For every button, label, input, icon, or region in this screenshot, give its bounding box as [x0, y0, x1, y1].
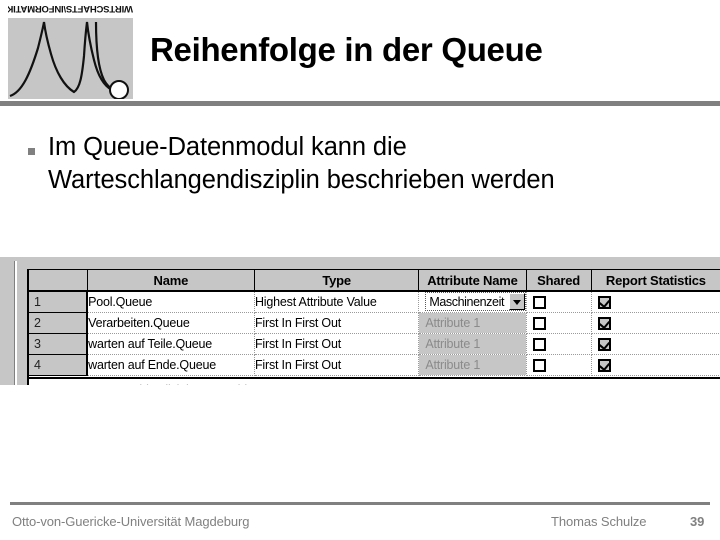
row-number[interactable]: 4 [29, 354, 89, 376]
table-row[interactable]: 2 Verarbeiten.Queue First In First Out A… [29, 312, 720, 334]
table-row[interactable]: 1 Pool.Queue Highest Attribute Value Mas… [29, 291, 720, 313]
cell-name[interactable]: warten auf Teile.Queue [87, 333, 255, 355]
logo-graphic [8, 18, 133, 99]
row-number[interactable]: 1 [29, 291, 89, 313]
square-bullet-icon [28, 131, 48, 155]
cell-report-statistics[interactable] [591, 354, 720, 376]
queue-data-grid[interactable]: Name Type Attribute Name Shared Report S… [27, 269, 720, 385]
row-number[interactable]: 2 [29, 312, 89, 334]
cell-type[interactable]: Highest Attribute Value [254, 291, 420, 313]
table-header-row: Name Type Attribute Name Shared Report S… [29, 270, 720, 292]
cell-shared[interactable] [526, 333, 592, 355]
logo-curves-icon [9, 21, 129, 99]
column-header-attribute-name[interactable]: Attribute Name [418, 270, 527, 292]
chevron-down-icon[interactable] [508, 293, 525, 311]
report-statistics-checkbox[interactable] [597, 358, 611, 372]
table-row[interactable]: 3 warten auf Teile.Queue First In First … [29, 333, 720, 355]
footer-author: Thomas Schulze [551, 514, 647, 529]
bullet-list: Im Queue-Datenmodul kann die Warteschlan… [28, 131, 658, 197]
cell-report-statistics[interactable] [591, 333, 720, 355]
footer-page-number: 39 [690, 514, 705, 529]
shared-checkbox[interactable] [532, 295, 546, 309]
attribute-name-combobox[interactable]: Maschinenzeit [425, 292, 526, 311]
column-header-rownum[interactable] [29, 270, 88, 292]
report-statistics-checkbox[interactable] [597, 295, 611, 309]
add-new-row-hint[interactable]: Double-click here to add a new row [117, 383, 306, 385]
logo-caption-text: WIRTSCHAFTS\INFORMATIK [8, 3, 133, 14]
shared-checkbox[interactable] [532, 337, 546, 351]
queue-table: Name Type Attribute Name Shared Report S… [29, 270, 720, 376]
attribute-name-value: Maschinenzeit [429, 294, 505, 309]
column-header-type[interactable]: Type [254, 270, 420, 292]
footer-divider [10, 502, 710, 505]
cell-name[interactable]: Verarbeiten.Queue [87, 312, 255, 334]
cell-name[interactable]: warten auf Ende.Queue [87, 354, 255, 376]
shared-checkbox[interactable] [532, 358, 546, 372]
title-divider [0, 101, 720, 106]
cell-report-statistics[interactable] [591, 312, 720, 334]
cell-attribute-name: Attribute 1 [418, 333, 527, 355]
column-header-report-statistics[interactable]: Report Statistics [591, 270, 720, 292]
embedded-screenshot: Name Type Attribute Name Shared Report S… [0, 257, 720, 385]
report-statistics-checkbox[interactable] [597, 337, 611, 351]
institute-logo: WIRTSCHAFTS\INFORMATIK [8, 0, 133, 100]
row-number[interactable]: 3 [29, 333, 89, 355]
cell-report-statistics[interactable] [591, 291, 720, 313]
cell-attribute-name: Attribute 1 [418, 354, 527, 376]
cell-shared[interactable] [526, 312, 592, 334]
cell-type[interactable]: First In First Out [254, 354, 420, 376]
cell-shared[interactable] [526, 354, 592, 376]
shared-checkbox[interactable] [532, 316, 546, 330]
queue-data-module-window: Name Type Attribute Name Shared Report S… [14, 261, 720, 385]
bullet-item-text: Im Queue-Datenmodul kann die Warteschlan… [48, 133, 555, 194]
page-title: Reihenfolge in der Queue [150, 31, 543, 68]
cell-attribute-name[interactable]: Maschinenzeit [418, 291, 527, 313]
cell-attribute-name: Attribute 1 [418, 312, 527, 334]
cell-type[interactable]: First In First Out [254, 312, 420, 334]
footer-institution: Otto-von-Guericke-Universität Magdeburg [12, 514, 250, 529]
report-statistics-checkbox[interactable] [597, 316, 611, 330]
cell-type[interactable]: First In First Out [254, 333, 420, 355]
cell-shared[interactable] [526, 291, 592, 313]
cell-name[interactable]: Pool.Queue [87, 291, 255, 313]
column-header-shared[interactable]: Shared [526, 270, 592, 292]
column-header-name[interactable]: Name [87, 270, 255, 292]
window-left-edge [14, 261, 17, 385]
table-row[interactable]: 4 warten auf Ende.Queue First In First O… [29, 354, 720, 376]
